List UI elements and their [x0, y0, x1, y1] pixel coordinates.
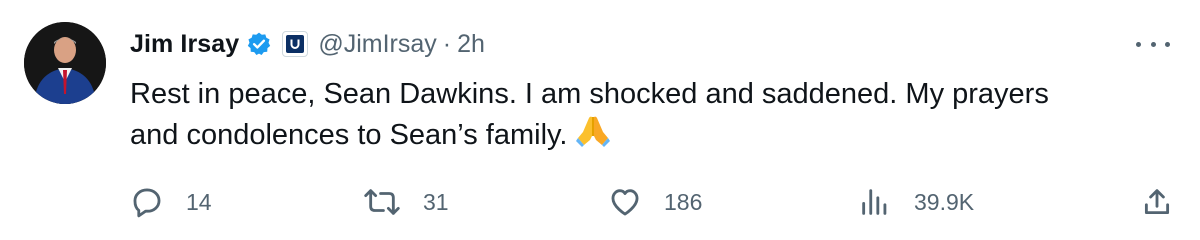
views-button[interactable]: 39.9K — [858, 182, 974, 222]
tweet-text-line: and condolences to Sean’s family. — [130, 119, 568, 152]
folded-hands-emoji-icon — [575, 114, 611, 159]
tweet-text-line-2: and condolences to Sean’s family. — [130, 114, 1170, 159]
avatar-image — [24, 22, 106, 104]
more-dot-icon — [1150, 41, 1156, 47]
view-count: 39.9K — [914, 188, 975, 215]
more-options-button[interactable] — [1136, 32, 1170, 56]
more-dot-icon — [1165, 41, 1170, 47]
tweet-header: Jim Irsay @JimIrsay · 2h — [130, 26, 485, 62]
affiliate-badge[interactable] — [282, 31, 309, 57]
share-button[interactable] — [1140, 182, 1174, 222]
tweet-text-line: Rest in peace, Sean Dawkins. I am shocke… — [130, 78, 1049, 110]
heart-icon — [611, 189, 639, 216]
more-dot-icon — [1136, 41, 1141, 47]
reply-button[interactable]: 14 — [130, 182, 212, 222]
author-handle[interactable]: @JimIrsay — [318, 30, 436, 59]
share-icon — [1144, 189, 1170, 215]
tweet-actions: 14 31 186 39.9K — [130, 182, 1180, 222]
separator-dot: · — [442, 29, 452, 58]
analytics-icon — [862, 189, 887, 215]
reply-icon — [133, 188, 161, 218]
tweet[interactable]: Jim Irsay @JimIrsay · 2h Rest in peace, … — [0, 0, 1200, 240]
tweet-timestamp[interactable]: 2h — [457, 30, 485, 59]
like-button[interactable]: 186 — [608, 182, 702, 222]
colts-horseshoe-icon — [286, 35, 305, 53]
repost-button[interactable]: 31 — [363, 182, 449, 222]
avatar[interactable] — [24, 22, 106, 104]
repost-icon — [364, 189, 400, 215]
like-count: 186 — [664, 188, 703, 215]
verified-badge-icon[interactable] — [246, 31, 272, 57]
author-name[interactable]: Jim Irsay — [130, 30, 239, 59]
tweet-text: Rest in peace, Sean Dawkins. I am shocke… — [130, 74, 1170, 159]
reply-count: 14 — [186, 188, 212, 215]
repost-count: 31 — [423, 188, 449, 215]
